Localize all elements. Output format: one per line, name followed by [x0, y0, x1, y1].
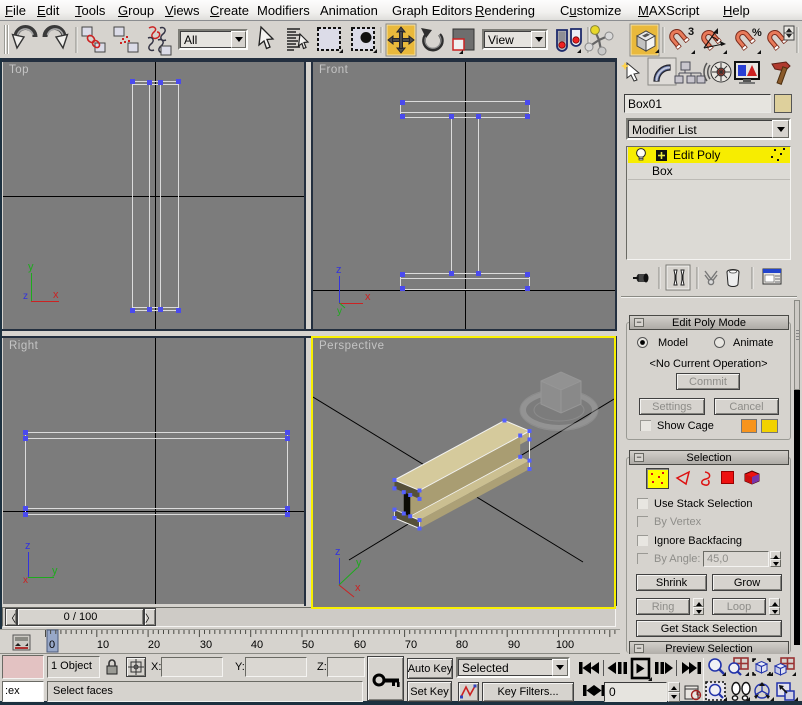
svg-text:60: 60	[354, 639, 366, 651]
svg-text:40: 40	[251, 639, 263, 651]
svg-text:90: 90	[508, 639, 520, 651]
svg-text:y: y	[52, 565, 58, 577]
svg-text:z: z	[25, 540, 31, 552]
svg-text:0: 0	[49, 639, 55, 651]
svg-text:80: 80	[456, 639, 468, 651]
svg-text:z: z	[335, 546, 341, 558]
svg-text:10: 10	[97, 639, 109, 651]
svg-text:70: 70	[405, 639, 417, 651]
svg-text:y: y	[356, 557, 362, 569]
svg-text:y: y	[28, 261, 34, 273]
svg-text:x: x	[365, 291, 371, 303]
svg-text:x: x	[355, 582, 361, 594]
svg-text:x: x	[53, 289, 59, 301]
svg-text:20: 20	[148, 639, 160, 651]
svg-text:x: x	[23, 575, 28, 586]
svg-text:z: z	[23, 291, 28, 302]
svg-text:50: 50	[302, 639, 314, 651]
svg-text:100: 100	[556, 639, 574, 651]
svg-text:%: %	[752, 27, 762, 39]
svg-text:30: 30	[200, 639, 212, 651]
svg-text:z: z	[336, 264, 342, 276]
svg-text:3: 3	[688, 26, 694, 38]
svg-text:y: y	[337, 306, 342, 317]
